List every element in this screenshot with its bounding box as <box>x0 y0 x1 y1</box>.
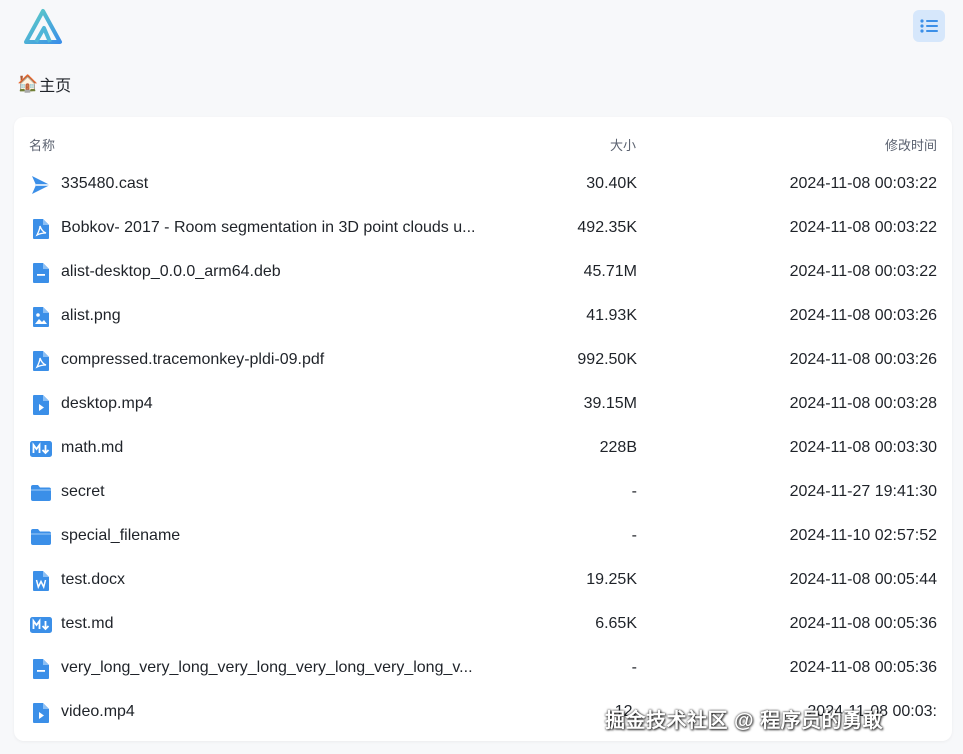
file-modified-time: 2024-11-08 00:05:36 <box>789 615 937 632</box>
file-modified-time: 2024-11-08 00:05:36 <box>789 659 937 676</box>
home-icon: 🏠 <box>17 74 39 93</box>
video-file-icon <box>29 701 53 725</box>
generic-file-icon <box>29 261 53 285</box>
file-row[interactable]: test.md 6.65K 2024-11-08 00:05:36 <box>14 603 952 647</box>
video-file-icon <box>29 393 53 417</box>
file-size: 992.50K <box>577 351 637 368</box>
file-modified-time: 2024-11-27 19:41:30 <box>789 483 937 500</box>
file-modified-time: 2024-11-08 00:03:30 <box>789 439 937 456</box>
file-name[interactable]: Bobkov- 2017 - Room segmentation in 3D p… <box>61 219 475 237</box>
top-bar <box>0 0 963 56</box>
file-name[interactable]: test.md <box>61 615 113 633</box>
alist-logo-icon[interactable] <box>22 8 64 46</box>
folder-icon <box>29 481 53 505</box>
file-name[interactable]: compressed.tracemonkey-pldi-09.pdf <box>61 351 324 369</box>
file-size: - <box>631 527 637 544</box>
file-size: 492.35K <box>577 219 637 236</box>
file-modified-time: 2024-11-08 00:03:28 <box>789 395 937 412</box>
file-name[interactable]: 335480.cast <box>61 175 148 193</box>
file-modified-time: 2024-11-08 00:03:26 <box>789 351 937 368</box>
file-row[interactable]: alist-desktop_0.0.0_arm64.deb 45.71M 2024-… <box>14 251 952 295</box>
table-header: 名称 大小 修改时间 <box>14 131 952 155</box>
pdf-file-icon <box>29 349 53 373</box>
file-row[interactable]: Bobkov- 2017 - Room segmentation in 3D p… <box>14 207 952 251</box>
file-modified-time: 2024-11-08 00:05:44 <box>789 571 937 588</box>
file-name[interactable]: very_long_very_long_very_long_very_long_… <box>61 659 473 677</box>
file-list: 335480.cast 30.40K 2024-11-08 00:03:22 Bobk… <box>14 163 952 735</box>
folder-icon <box>29 525 53 549</box>
file-name[interactable]: special_filename <box>61 527 180 545</box>
file-size: 45.71M <box>583 263 637 280</box>
file-row[interactable]: very_long_very_long_very_long_very_long_… <box>14 647 952 691</box>
markdown-file-icon <box>29 613 53 637</box>
list-icon <box>920 19 938 33</box>
file-name[interactable]: math.md <box>61 439 123 457</box>
file-row[interactable]: desktop.mp4 39.15M 2024-11-08 00:03:28 <box>14 383 952 427</box>
file-row[interactable]: test.docx 19.25K 2024-11-08 00:05:44 <box>14 559 952 603</box>
column-header-modified[interactable]: 修改时间 <box>885 135 937 154</box>
markdown-file-icon <box>29 437 53 461</box>
file-size: 228B <box>599 439 637 456</box>
file-name[interactable]: alist-desktop_0.0.0_arm64.deb <box>61 263 281 281</box>
file-modified-time: 2024-11-08 00:03:22 <box>789 263 937 280</box>
image-file-icon <box>29 305 53 329</box>
file-row[interactable]: special_filename - 2024-11-10 02:57:52 <box>14 515 952 559</box>
column-header-size[interactable]: 大小 <box>610 135 636 154</box>
breadcrumb[interactable]: 🏠 主页 <box>17 72 71 96</box>
file-size: - <box>631 659 637 676</box>
file-row[interactable]: secret - 2024-11-27 19:41:30 <box>14 471 952 515</box>
file-name[interactable]: secret <box>61 483 105 501</box>
pdf-file-icon <box>29 217 53 241</box>
file-size: - <box>631 483 637 500</box>
file-name[interactable]: alist.png <box>61 307 121 325</box>
file-row[interactable]: 335480.cast 30.40K 2024-11-08 00:03:22 <box>14 163 952 207</box>
column-header-name[interactable]: 名称 <box>29 135 55 154</box>
generic-file-icon <box>29 657 53 681</box>
file-list-panel: 名称 大小 修改时间 335480.cast 30.40K 2024-11-08 0… <box>14 117 952 741</box>
file-name[interactable]: video.mp4 <box>61 703 135 721</box>
file-modified-time: 2024-11-08 00:03:26 <box>789 307 937 324</box>
file-modified-time: 2024-11-08 00:03:22 <box>789 175 937 192</box>
file-size: 39.15M <box>583 395 637 412</box>
file-size: 19.25K <box>586 571 637 588</box>
breadcrumb-home-label[interactable]: 主页 <box>39 72 71 96</box>
file-row[interactable]: math.md 228B 2024-11-08 00:03:30 <box>14 427 952 471</box>
file-name[interactable]: test.docx <box>61 571 125 589</box>
cast-file-icon <box>29 173 53 197</box>
file-name[interactable]: desktop.mp4 <box>61 395 153 413</box>
file-size: 30.40K <box>586 175 637 192</box>
file-row[interactable]: compressed.tracemonkey-pldi-09.pdf 992.50… <box>14 339 952 383</box>
file-modified-time: 2024-11-08 00:03:22 <box>789 219 937 236</box>
view-toggle-button[interactable] <box>913 10 945 42</box>
file-modified-time: 2024-11-10 02:57:52 <box>789 527 937 544</box>
file-row[interactable]: alist.png 41.93K 2024-11-08 00:03:26 <box>14 295 952 339</box>
watermark: 掘金技术社区 @ 程序员的勇敢 <box>605 710 884 732</box>
file-size: 41.93K <box>586 307 637 324</box>
file-size: 6.65K <box>595 615 637 632</box>
word-file-icon <box>29 569 53 593</box>
